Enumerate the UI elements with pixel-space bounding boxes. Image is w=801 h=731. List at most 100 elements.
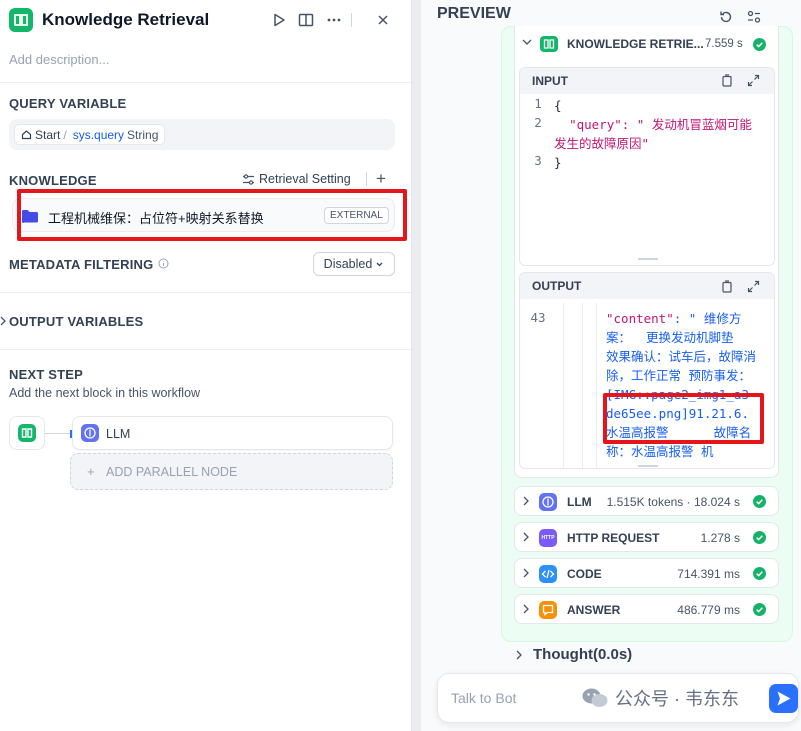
retrieval-setting-label: Retrieval Setting xyxy=(259,172,351,186)
copy-icon[interactable] xyxy=(721,74,733,87)
node-label: HTTP REQUEST xyxy=(567,531,660,545)
next-node-label: LLM xyxy=(106,427,131,441)
current-node-block xyxy=(9,416,45,450)
wechat-icon xyxy=(581,687,609,709)
json-key: "content" xyxy=(606,311,674,326)
node-time: 486.779 ms xyxy=(677,603,740,617)
divider xyxy=(0,292,411,293)
answer-icon xyxy=(539,601,557,619)
scrollbar[interactable] xyxy=(774,299,775,469)
expand-icon[interactable] xyxy=(747,280,760,293)
chat-input[interactable]: Talk to Bot 公众号 · 韦东东 xyxy=(437,673,799,723)
image-placeholder-text: [IMG::page2_img1_a3de65ee.png]91.21.6. xyxy=(606,387,749,421)
connector-line xyxy=(45,433,71,434)
input-code[interactable]: { "query": " 发动机冒蓝烟可能发生的故障原因" } xyxy=(554,96,760,172)
node-label: ANSWER xyxy=(567,603,621,617)
add-knowledge-button[interactable]: + xyxy=(376,169,386,189)
info-icon xyxy=(158,258,169,269)
chevron-right-icon xyxy=(523,532,529,542)
chevron-down-icon xyxy=(375,260,384,269)
retrieval-setting-button[interactable]: Retrieval Setting xyxy=(242,172,351,186)
trace-node-http-request[interactable]: HTTP HTTP REQUEST 1.278 s xyxy=(514,522,779,552)
success-check-icon xyxy=(753,531,766,544)
trace-node-llm[interactable]: LLM 1.515K tokens · 18.024 s xyxy=(514,486,779,516)
node-time: 1.515K tokens · 18.024 s xyxy=(606,495,740,509)
next-node-llm[interactable]: LLM xyxy=(72,416,393,450)
success-check-icon xyxy=(753,603,766,616)
node-title[interactable]: Knowledge Retrieval xyxy=(42,10,209,30)
send-button[interactable] xyxy=(769,684,798,713)
code-line: { xyxy=(554,98,562,113)
output-panel: OUTPUT 43 "content": " 维修方案： 更换发动机脚垫 效果确… xyxy=(519,272,775,469)
chevron-right-icon xyxy=(523,568,529,578)
more-icon[interactable] xyxy=(325,11,343,29)
knowledge-item[interactable]: 工程机械维保：占位符+映射关系替换 EXTERNAL xyxy=(12,198,395,232)
input-label: INPUT xyxy=(520,68,774,94)
resize-handle[interactable] xyxy=(638,465,658,467)
add-parallel-node-label: ADD PARALLEL NODE xyxy=(106,465,238,479)
indent-guide xyxy=(563,303,564,468)
output-label: OUTPUT xyxy=(520,273,774,299)
panel-gutter xyxy=(412,0,421,731)
refresh-icon[interactable] xyxy=(718,9,734,25)
watermark: 公众号 · 韦东东 xyxy=(581,685,739,711)
success-check-icon xyxy=(753,38,766,51)
chat-input-placeholder: Talk to Bot xyxy=(451,690,517,706)
home-icon xyxy=(21,129,32,140)
content-text: 水温高报警 故障名称：水温高报警 机 xyxy=(606,425,752,459)
close-icon[interactable] xyxy=(374,11,392,29)
node-label: LLM xyxy=(567,495,592,509)
output-variables-toggle[interactable]: OUTPUT VARIABLES xyxy=(9,314,143,329)
node-time: 7.559 s xyxy=(705,38,743,50)
success-check-icon xyxy=(753,567,766,580)
success-check-icon xyxy=(753,495,766,508)
description-input[interactable]: Add description... xyxy=(9,52,109,67)
scrollbar[interactable] xyxy=(774,94,775,266)
thought-toggle[interactable]: Thought(0.0s) xyxy=(533,646,632,663)
indent-guide xyxy=(582,303,583,468)
line-number: 3 xyxy=(534,153,542,168)
line-number: 2 xyxy=(534,115,542,130)
metadata-filtering-label: METADATA FILTERING xyxy=(9,257,154,272)
plus-icon: + xyxy=(87,464,95,479)
query-variable-label: QUERY VARIABLE xyxy=(9,96,127,111)
divider xyxy=(366,172,367,186)
knowledge-retrieval-icon xyxy=(540,36,558,52)
knowledge-name: 工程机械维保：占位符+映射关系替换 xyxy=(48,211,264,226)
chevron-right-icon xyxy=(523,496,529,506)
chevron-right-icon[interactable] xyxy=(0,316,6,326)
path-separator: / xyxy=(63,127,67,142)
node-time: 1.278 s xyxy=(700,531,740,545)
divider xyxy=(0,82,411,83)
http-icon: HTTP xyxy=(539,529,557,547)
llm-icon xyxy=(539,493,557,511)
node-time: 714.391 ms xyxy=(677,567,740,581)
preview-title: PREVIEW xyxy=(437,5,511,22)
output-code[interactable]: "content": " 维修方案： 更换发动机脚垫 效果确认：试车后，故障消除… xyxy=(606,309,756,461)
code-icon xyxy=(539,565,557,583)
folder-icon xyxy=(21,208,39,224)
trace-node-answer[interactable]: ANSWER 486.779 ms xyxy=(514,594,779,624)
next-step-description: Add the next block in this workflow xyxy=(9,386,201,400)
indent-guide xyxy=(596,303,597,468)
query-variable-field[interactable]: Start / sys.query String xyxy=(9,119,395,150)
metadata-filtering-select[interactable]: Disabled xyxy=(313,252,395,276)
help-doc-icon[interactable] xyxy=(297,11,315,29)
divider xyxy=(351,13,352,27)
metadata-filtering-value: Disabled xyxy=(323,257,373,271)
add-parallel-node-button[interactable]: + ADD PARALLEL NODE xyxy=(70,453,393,490)
knowledge-label: KNOWLEDGE xyxy=(9,173,97,188)
run-icon[interactable] xyxy=(270,11,288,29)
chevron-right-icon[interactable] xyxy=(516,650,522,660)
settings-sliders-icon xyxy=(242,173,255,186)
external-badge: EXTERNAL xyxy=(324,207,389,224)
trace-node-code[interactable]: CODE 714.391 ms xyxy=(514,558,779,588)
divider xyxy=(0,349,411,350)
copy-icon[interactable] xyxy=(721,280,733,293)
knowledge-retrieval-icon xyxy=(18,424,36,442)
variable-chip[interactable]: Start / sys.query String xyxy=(14,124,166,145)
expand-icon[interactable] xyxy=(747,74,760,87)
variables-icon[interactable] xyxy=(746,9,762,25)
resize-handle[interactable] xyxy=(638,258,658,260)
chevron-down-icon[interactable] xyxy=(522,38,532,46)
